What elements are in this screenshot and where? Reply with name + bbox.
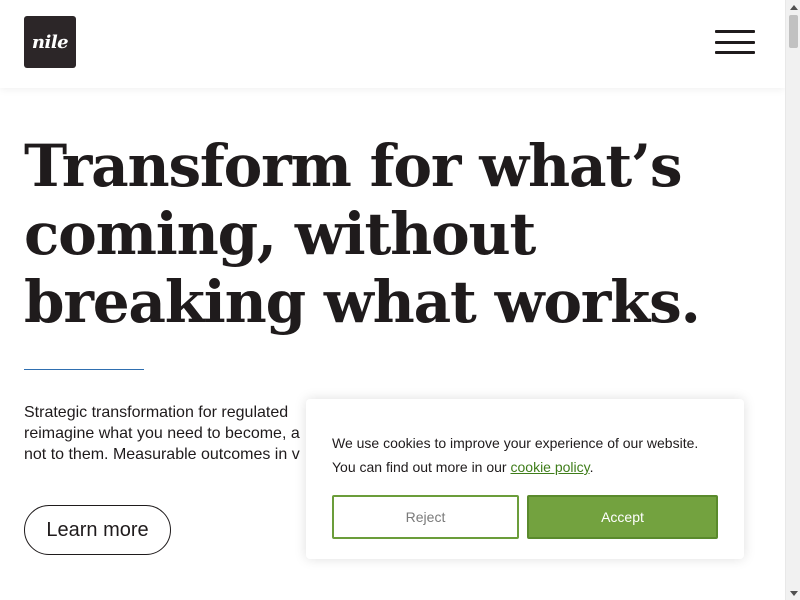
scrollbar-thumb[interactable] [789,15,798,48]
vertical-scrollbar[interactable] [785,0,800,600]
hamburger-menu-icon-line [715,40,755,44]
hero-title-line: coming, without [24,200,536,268]
learn-more-button[interactable]: Learn more [24,505,171,555]
cookie-message-prefix: You can find out more in our [332,459,511,475]
cookie-message-line: We use cookies to improve your experienc… [332,435,699,451]
hero-title-line: Transform for what’s [24,132,683,200]
accept-cookies-button[interactable]: Accept [527,495,718,539]
scroll-down-arrow-icon[interactable] [786,586,800,600]
site-header: nile [0,0,785,88]
site-viewport: nile Transform for what’s coming, withou… [0,0,785,600]
hamburger-menu-icon-line [715,30,755,33]
hamburger-menu-button[interactable] [713,28,757,56]
hamburger-menu-icon-line [715,51,755,54]
hero-divider [24,369,144,370]
cookie-message-suffix: . [589,459,594,475]
hero-description-line: Strategic transformation for regulated [24,404,289,421]
hero-description-line: not to them. Measurable outcomes in v [24,446,300,463]
cookie-consent-banner: We use cookies to improve your experienc… [306,399,744,559]
cookie-policy-link[interactable]: cookie policy [511,459,590,475]
nile-logo[interactable]: nile [24,16,76,68]
hero-title: Transform for what’s coming, without bre… [24,132,724,336]
hero-title-line: breaking what works. [24,268,701,336]
logo-text: nile [31,31,69,53]
cookie-message: We use cookies to improve your experienc… [332,431,724,479]
hero-description-line: reimagine what you need to become, a [24,425,300,442]
scroll-up-arrow-icon[interactable] [786,0,800,14]
reject-cookies-button[interactable]: Reject [332,495,519,539]
